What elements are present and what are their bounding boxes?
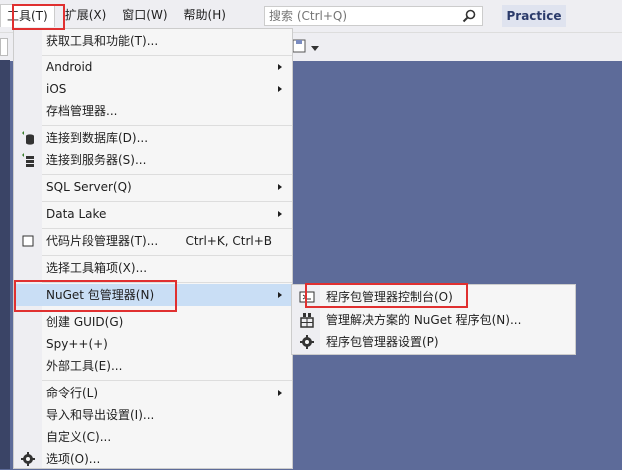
menu-item-label: Android [46,60,93,74]
annotation-box-tools-menu [12,4,65,30]
menu-separator [42,228,292,229]
menu-separator [42,201,292,202]
menu-separator [42,125,292,126]
menu-item-label: 存档管理器... [46,104,118,118]
menu-item-label: 选项(O)... [46,452,101,466]
editor-left-strip [0,60,10,469]
menu-window[interactable]: 窗口(W) [116,4,173,26]
menu-item-archive-manager[interactable]: 存档管理器... [14,100,292,122]
menu-item-label: Data Lake [46,207,107,221]
menu-item-label: Spy++(+) [46,337,108,351]
menu-item-connect-server[interactable]: 连接到服务器(S)... [14,149,292,171]
snippet-checkbox-icon [22,235,34,247]
menu-item-spy[interactable]: Spy++(+) [14,333,292,355]
menu-item-create-guid[interactable]: 创建 GUID(G) [14,311,292,333]
menu-item-label: 外部工具(E)... [46,359,123,373]
menu-item-get-tools[interactable]: 获取工具和功能(T)... [14,30,292,52]
solution-name-badge[interactable]: Practice [502,5,566,27]
submenu-arrow-icon [278,64,282,70]
search-icon[interactable] [462,9,476,23]
menu-item-label: 代码片段管理器(T)... [46,234,159,248]
submenu-arrow-icon [278,184,282,190]
submenu-arrow-icon [278,292,282,298]
submenu-arrow-icon [278,390,282,396]
menu-separator [42,174,292,175]
menu-item-ios[interactable]: iOS [14,78,292,100]
menu-item-label: 选择工具箱项(X)... [46,261,148,275]
menu-item-code-snippets[interactable]: 代码片段管理器(T)... Ctrl+K, Ctrl+B [14,230,292,252]
menu-item-label: SQL Server(Q) [46,180,132,194]
menu-item-customize[interactable]: 自定义(C)... [14,426,292,448]
menu-item-data-lake[interactable]: Data Lake [14,203,292,225]
annotation-box-console-item [305,283,468,308]
menu-item-label: 连接到数据库(D)... [46,131,149,145]
menu-item-manage-nuget-packages[interactable]: 管理解决方案的 NuGet 程序包(N)... [292,309,575,331]
submenu-arrow-icon [278,86,282,92]
menu-item-label: 管理解决方案的 NuGet 程序包(N)... [326,313,522,327]
chevron-down-icon[interactable] [311,46,319,52]
gear-icon [21,452,35,466]
menu-item-choose-toolbox[interactable]: 选择工具箱项(X)... [14,257,292,279]
save-icon[interactable] [292,38,306,54]
server-icon [22,153,34,167]
annotation-box-nuget-item [14,280,177,312]
menu-help[interactable]: 帮助(H) [178,4,232,26]
toolbar-dropdown[interactable] [0,38,8,56]
submenu-arrow-icon [278,211,282,217]
menu-item-label: 连接到服务器(S)... [46,153,147,167]
menu-item-command-line[interactable]: 命令行(L) [14,382,292,404]
menu-item-options[interactable]: 选项(O)... [14,448,292,470]
package-icon [300,313,314,328]
menu-item-external-tools[interactable]: 外部工具(E)... [14,355,292,377]
menu-item-label: 程序包管理器设置(P) [326,335,439,349]
menu-item-sql-server[interactable]: SQL Server(Q) [14,176,292,198]
menu-item-label: 自定义(C)... [46,430,112,444]
menu-extensions[interactable]: 扩展(X) [59,4,113,26]
menu-item-label: 获取工具和功能(T)... [46,34,159,48]
database-icon [22,131,34,145]
menu-item-label: 导入和导出设置(I)... [46,408,155,422]
menu-item-connect-database[interactable]: 连接到数据库(D)... [14,127,292,149]
menu-item-shortcut: Ctrl+K, Ctrl+B [185,234,272,248]
search-input[interactable] [265,7,463,25]
menu-item-import-export[interactable]: 导入和导出设置(I)... [14,404,292,426]
tools-menu: 获取工具和功能(T)... Android iOS 存档管理器... 连接到数据… [13,28,293,469]
search-box[interactable] [264,6,483,26]
menu-item-package-manager-settings[interactable]: 程序包管理器设置(P) [292,331,575,353]
menu-separator [42,255,292,256]
menu-item-label: 命令行(L) [46,386,99,400]
menu-item-label: iOS [46,82,67,96]
menu-separator [42,380,292,381]
menu-item-label: 创建 GUID(G) [46,315,124,329]
menu-item-android[interactable]: Android [14,56,292,78]
gear-icon [300,335,314,349]
